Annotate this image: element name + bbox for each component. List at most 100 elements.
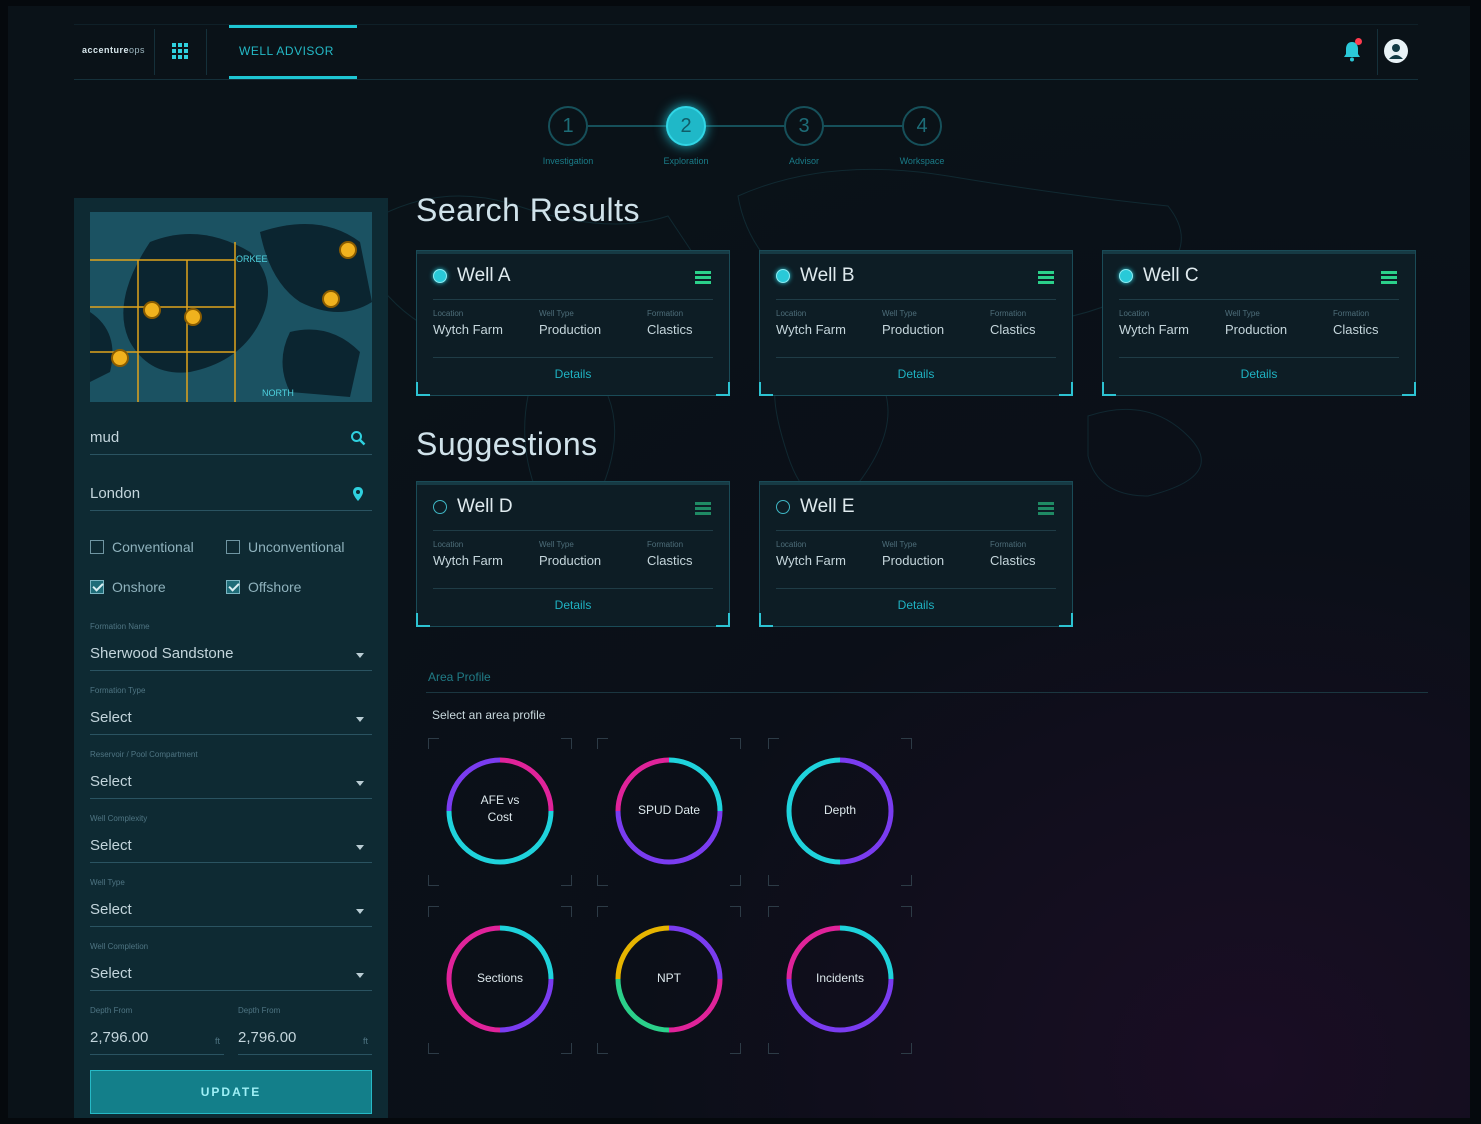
area-profile-depth[interactable]: Depth [768,738,912,886]
area-profile-spud-date[interactable]: SPUD Date [597,738,741,886]
search-icon[interactable] [350,430,366,446]
progress-stepper: 1 2 3 4 Investigation Exploration Adviso… [543,106,968,176]
well-card[interactable]: Well C Location Wytch Farm Well Type Produ… [1102,250,1416,396]
select-well-completion[interactable]: Well Completion Select [90,942,372,991]
checkbox-label: Offshore [248,579,302,595]
map-label-north: NORTH [262,388,294,398]
meta-caption: Formation [990,309,1027,318]
area-profile-incidents[interactable]: Incidents [768,906,912,1054]
meta-value: Production [539,322,602,337]
step-4[interactable]: 4 [902,106,942,146]
chevron-down-icon[interactable] [356,973,364,978]
corner-mark [768,1043,779,1054]
app-grid-icon[interactable] [170,41,190,61]
update-button[interactable]: UPDATE [90,1070,372,1114]
select-formation-type[interactable]: Formation Type Select [90,686,372,735]
well-select-radio[interactable] [776,500,790,514]
menu-icon[interactable] [1038,502,1054,515]
chevron-down-icon[interactable] [356,653,364,658]
app-logo[interactable]: accentureops [82,45,145,55]
meta-caption: Well Type [539,540,574,549]
select-formation-name[interactable]: Formation Name Sherwood Sandstone [90,622,372,671]
chevron-down-icon[interactable] [356,781,364,786]
select-caption: Reservoir / Pool Compartment [90,750,198,759]
details-link[interactable]: Details [760,598,1072,612]
select-value: Select [90,837,132,854]
depth-to-input[interactable]: Depth From 2,796.00 ft [238,1006,372,1055]
meta-value: Clastics [647,322,693,337]
well-select-radio[interactable] [433,500,447,514]
corner-mark [428,1043,439,1054]
map-graphic: ORKEE NORTH [90,212,372,402]
area-profile-afe-vs-cost[interactable]: AFE vs Cost [428,738,572,886]
checkbox-box[interactable] [226,540,240,554]
well-card[interactable]: Well E Location Wytch Farm Well Type Produ… [759,481,1073,627]
area-profile-npt[interactable]: NPT [597,906,741,1054]
select-well-complexity[interactable]: Well Complexity Select [90,814,372,863]
search-input[interactable]: mud [90,412,372,455]
tile-label-line: SPUD Date [637,803,701,817]
tile-label: SPUD Date [619,802,719,819]
well-select-radio[interactable] [776,269,790,283]
details-link[interactable]: Details [417,367,729,381]
meta-caption: Location [1119,309,1150,318]
select-reservoir-pool[interactable]: Reservoir / Pool Compartment Select [90,750,372,799]
divider [776,357,1056,358]
card-top-bar [760,482,1072,485]
details-link[interactable]: Details [1103,367,1415,381]
divider [433,588,713,589]
user-avatar[interactable] [1384,39,1408,63]
menu-icon[interactable] [1381,271,1397,284]
select-value: Select [90,965,132,982]
details-link[interactable]: Details [760,367,1072,381]
step-2[interactable]: 2 [666,106,706,146]
meta-value: Clastics [990,322,1036,337]
step-3[interactable]: 3 [784,106,824,146]
search-input-value: mud [90,429,120,446]
well-card[interactable]: Well B Location Wytch Farm Well Type Produ… [759,250,1073,396]
checkbox-label: Unconventional [248,539,345,555]
user-avatar-icon [1389,44,1403,59]
checkbox-offshore[interactable]: Offshore [226,578,336,598]
well-card[interactable]: Well A Location Wytch Farm Well Type Produ… [416,250,730,396]
corner-mark [730,1043,741,1054]
tab-well-advisor[interactable]: WELL ADVISOR [229,25,357,79]
depth-from-input[interactable]: Depth From 2,796.00 ft [90,1006,224,1055]
step-1[interactable]: 1 [548,106,588,146]
select-well-type[interactable]: Well Type Select [90,878,372,927]
location-input[interactable]: London [90,468,372,511]
divider [1377,29,1378,75]
checkbox-label: Conventional [112,539,194,555]
chevron-down-icon[interactable] [356,717,364,722]
checkbox-unconventional[interactable]: Unconventional [226,538,376,558]
location-pin-icon[interactable] [350,486,366,502]
details-link[interactable]: Details [417,598,729,612]
well-select-radio[interactable] [433,269,447,283]
divider [433,530,713,531]
divider [206,29,207,75]
checkbox-box[interactable] [90,580,104,594]
area-profile-subtitle: Select an area profile [432,708,546,722]
menu-icon[interactable] [1038,271,1054,284]
corner-mark [730,906,741,917]
checkbox-box[interactable] [90,540,104,554]
menu-icon[interactable] [695,271,711,284]
corner-mark [901,1043,912,1054]
checkbox-box[interactable] [226,580,240,594]
checkbox-conventional[interactable]: Conventional [90,538,220,558]
chevron-down-icon[interactable] [356,909,364,914]
meta-value: Production [539,553,602,568]
area-profile-sections[interactable]: Sections [428,906,572,1054]
corner-mark [730,875,741,886]
well-formation: Formation Clastics [647,309,693,337]
menu-icon[interactable] [695,502,711,515]
meta-caption: Formation [1333,309,1370,318]
region-map[interactable]: ORKEE NORTH [90,212,372,402]
checkbox-onshore[interactable]: Onshore [90,578,200,598]
chevron-down-icon[interactable] [356,845,364,850]
well-name: Well E [800,496,855,517]
checkbox-label: Onshore [112,579,166,595]
well-card[interactable]: Well D Location Wytch Farm Well Type Produ… [416,481,730,627]
meta-caption: Location [433,540,464,549]
well-select-radio[interactable] [1119,269,1133,283]
